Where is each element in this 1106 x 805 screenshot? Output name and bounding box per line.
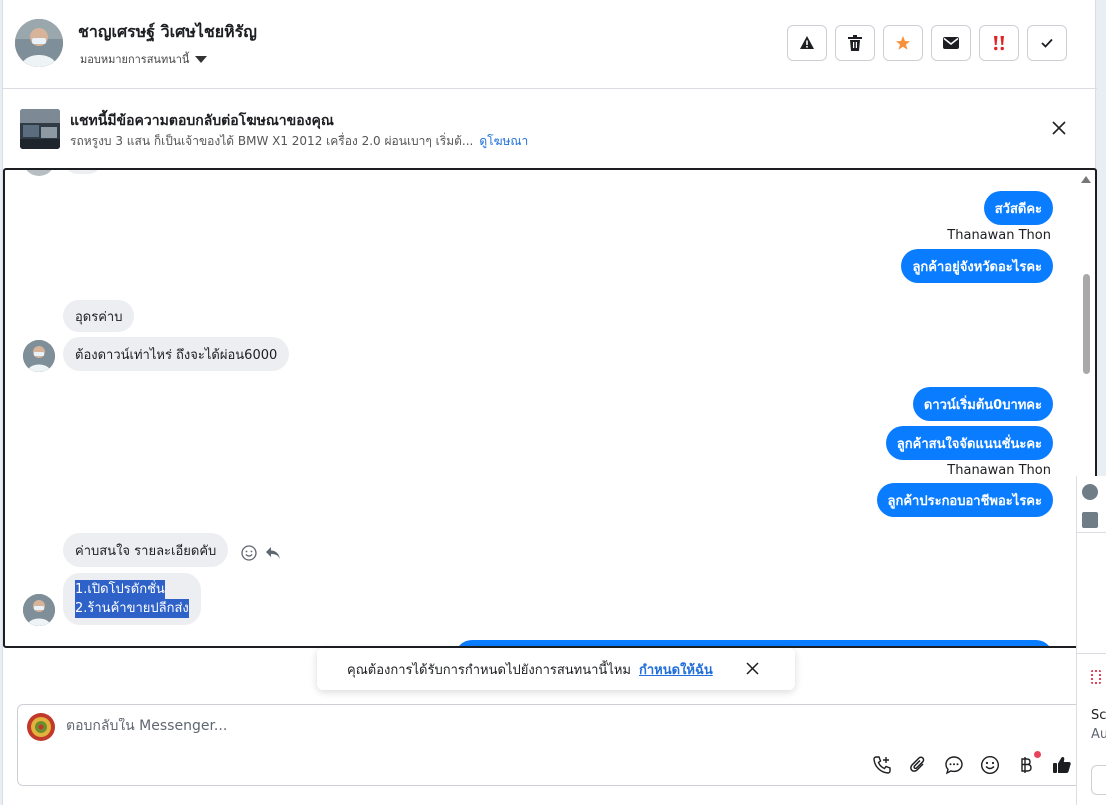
conversation-toolbar <box>787 25 1067 61</box>
spam-button[interactable] <box>787 25 827 61</box>
warning-icon <box>800 36 814 49</box>
page-avatar <box>27 713 55 741</box>
phone-plus-icon <box>873 756 891 774</box>
caret-down-icon <box>195 55 208 63</box>
assign-conversation-dropdown[interactable]: มอบหมายการสนทนานี้ <box>80 50 208 68</box>
message-bubble-outgoing[interactable]: สวัสดีคะ <box>983 191 1053 225</box>
selected-text-line: 1.เปิดโปรดักชั่น <box>75 580 165 599</box>
conversation-header: ชาญเศรษฐ์ วิเศษไชยหิรัญ มอบหมายการสนทนาน… <box>3 0 1097 89</box>
star-button[interactable] <box>883 25 923 61</box>
contact-name[interactable]: ชาญเศรษฐ์ วิเศษไชยหิรัญ <box>78 20 257 45</box>
close-icon[interactable] <box>1051 120 1067 136</box>
baht-icon <box>1021 757 1032 773</box>
ad-description: รถหรูงบ 3 แสน ก็เป็นเจ้าของได้ BMW X1 20… <box>70 132 528 151</box>
star-icon <box>896 36 910 50</box>
emoji-button[interactable] <box>978 753 1002 777</box>
payment-button[interactable] <box>1014 751 1041 777</box>
toast-text: คุณต้องการได้รับการกำหนดไปยังการสนทนานี้… <box>347 662 631 678</box>
selected-text-line: 2.ร้านค้าขายปลีกส่ง <box>75 599 189 618</box>
envelope-icon <box>943 37 959 49</box>
thumbs-up-icon <box>1053 757 1071 773</box>
adjacent-panel: Sc Au <box>1076 476 1106 805</box>
emoji-reaction-icon[interactable] <box>241 545 257 561</box>
reply-input[interactable] <box>66 718 866 734</box>
call-button[interactable] <box>870 753 894 777</box>
close-icon[interactable] <box>746 662 759 675</box>
sender-name: Thanawan Thon <box>947 228 1051 243</box>
message-bubble-outgoing[interactable]: ลูกค้าอยู่จังหวัดอะไรคะ <box>901 249 1053 283</box>
mark-unread-button[interactable] <box>931 25 971 61</box>
scroll-up-arrow-icon[interactable] <box>1081 176 1091 183</box>
contact-avatar-small <box>23 170 55 176</box>
message-bubble-incoming[interactable]: ต้องดาวน์เท่าไหร่ ถึงจะได้ผ่อน6000 <box>63 337 290 371</box>
ad-description-text: รถหรูงบ 3 แสน ก็เป็นเจ้าของได้ BMW X1 20… <box>70 134 474 148</box>
view-ad-link[interactable]: ดูโฆษณา <box>479 134 528 148</box>
message-thread[interactable]: สวัสดีคะ Thanawan Thon ลูกค้าอยู่จังหวัด… <box>3 168 1097 648</box>
double-exclamation-icon <box>994 36 1004 51</box>
message-bubble-incoming[interactable]: 1.เปิดโปรดักชั่น 2.ร้านค้าขายปลีกส่ง <box>63 573 201 625</box>
ad-title: แชทนี้มีข้อความตอบกลับต่อโฆษณาของคุณ <box>70 113 334 129</box>
message-bubble-outgoing[interactable]: ลูกค้าประกอบอาชีพอะไรคะ <box>876 483 1053 517</box>
follow-up-button[interactable] <box>979 25 1019 61</box>
message-bubble-incoming[interactable]: อุดรค่าบ <box>63 300 135 332</box>
scrollbar-thumb[interactable] <box>1083 274 1090 374</box>
message-bubble-incoming[interactable]: ค่าบสนใจ รายละเอียดคับ <box>63 533 229 567</box>
saved-replies-button[interactable] <box>942 753 966 777</box>
mini-thumbnail[interactable] <box>1082 512 1098 528</box>
conversation-panel: ชาญเศรษฐ์ วิเศษไชยหิรัญ มอบหมายการสนทนาน… <box>2 0 1097 805</box>
reply-icon[interactable] <box>265 546 281 560</box>
message-bubble-outgoing[interactable]: ลูกค้าสนใจจัดแนนชั่นะคะ <box>885 426 1053 460</box>
contact-avatar[interactable] <box>15 19 63 67</box>
side-text: Au <box>1091 727 1106 742</box>
mini-avatar[interactable] <box>1082 484 1098 500</box>
divider <box>1077 532 1106 533</box>
contact-avatar-small <box>23 340 55 372</box>
like-button[interactable] <box>1050 753 1074 777</box>
attach-button[interactable] <box>906 753 930 777</box>
assign-to-me-link[interactable]: กำหนดให้ฉัน <box>639 659 713 680</box>
message-actions <box>241 545 281 561</box>
assign-toast: คุณต้องการได้รับการกำหนดไปยังการสนทนานี้… <box>317 648 795 690</box>
delete-button[interactable] <box>835 25 875 61</box>
panel-box <box>1077 534 1106 654</box>
checkmark-icon <box>1041 38 1053 48</box>
message-bubble-clipped <box>63 170 103 174</box>
chat-bubble-icon <box>945 756 963 775</box>
ad-reply-banner: แชทนี้มีข้อความตอบกลับต่อโฆษณาของคุณ รถห… <box>3 90 1097 168</box>
mark-done-button[interactable] <box>1027 25 1067 61</box>
reply-composer <box>17 704 1087 786</box>
contact-avatar-small <box>23 594 55 626</box>
side-text: Sc <box>1091 708 1106 723</box>
message-bubble-outgoing-clipped[interactable] <box>455 640 1053 646</box>
assign-label: มอบหมายการสนทนานี้ <box>80 53 190 66</box>
sender-name: Thanawan Thon <box>947 463 1051 478</box>
emoji-icon <box>980 755 1000 775</box>
notification-dot <box>1034 751 1041 758</box>
message-bubble-outgoing[interactable]: ดาวน์เริ่มต้น0บาทคะ <box>912 387 1053 421</box>
composer-toolbar <box>870 751 1074 777</box>
app-logo-icon <box>1091 670 1101 684</box>
ad-thumbnail[interactable] <box>20 109 60 149</box>
trash-icon <box>848 35 862 51</box>
side-button[interactable] <box>1091 765 1106 795</box>
paperclip-icon <box>910 756 925 772</box>
